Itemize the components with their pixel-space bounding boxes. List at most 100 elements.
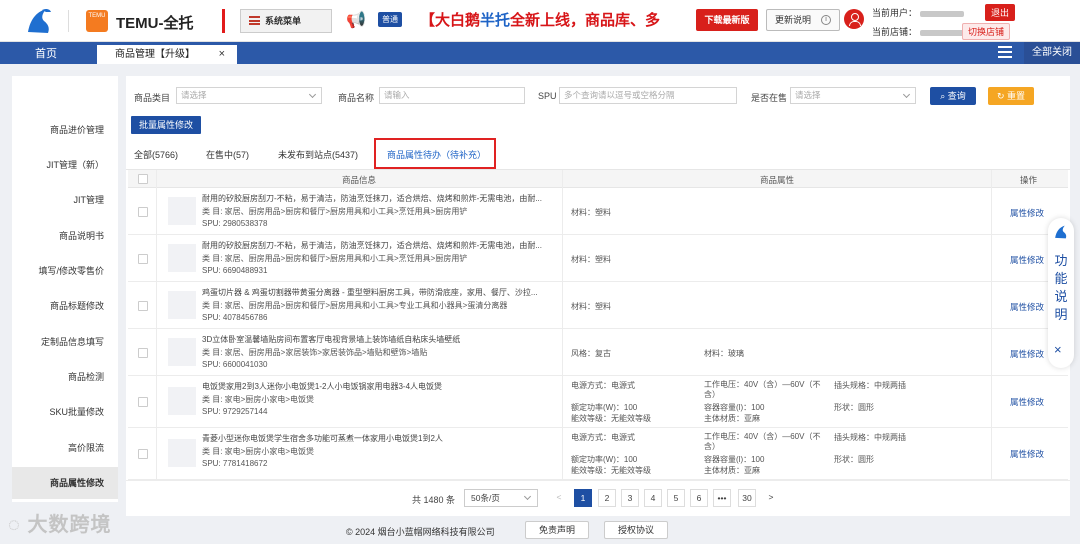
info-icon: i bbox=[821, 15, 831, 25]
close-tab-icon[interactable]: × bbox=[219, 45, 225, 64]
product-attr: 能效等级：无能效等级 bbox=[571, 414, 651, 423]
next-page-button[interactable]: > bbox=[762, 489, 780, 507]
subtab-unpublished[interactable]: 未发布到站点(5437) bbox=[278, 148, 358, 161]
edit-attribute-link[interactable]: 属性修改 bbox=[1010, 448, 1044, 460]
spu-input[interactable]: 多个查询请以逗号或空格分隔 bbox=[559, 87, 737, 104]
main-content: 商品类目 请选择 商品名称 请输入 SPU 多个查询请以逗号或空格分隔 是否在售… bbox=[126, 76, 1070, 516]
copyright: © 2024 烟台小蓝帽网络科技有限公司 bbox=[346, 527, 495, 537]
page-30[interactable]: 30 bbox=[738, 489, 756, 507]
user-name-redacted bbox=[920, 10, 965, 17]
user-avatar-icon[interactable] bbox=[844, 9, 864, 29]
row-checkbox[interactable] bbox=[138, 301, 148, 311]
product-attr: 材料：塑料 bbox=[571, 208, 611, 217]
query-button[interactable]: ⌕ 查询 bbox=[930, 87, 976, 105]
edit-attribute-link[interactable]: 属性修改 bbox=[1010, 348, 1044, 360]
onsale-label: 是否在售 bbox=[751, 93, 788, 103]
page-5[interactable]: 5 bbox=[667, 489, 685, 507]
goose-logo-icon[interactable] bbox=[24, 6, 54, 36]
tab-product-management[interactable]: 商品管理【升级】 × bbox=[97, 45, 237, 64]
switch-shop-button[interactable]: 切换店铺 bbox=[962, 23, 1011, 40]
sidebar-item-inspection[interactable]: 商品检测 bbox=[12, 361, 118, 393]
tab-home[interactable]: 首页 bbox=[0, 45, 92, 64]
row-checkbox[interactable] bbox=[138, 254, 148, 264]
close-icon[interactable]: × bbox=[1054, 342, 1062, 357]
product-category: 类 目: 家居、厨房用品>厨房和餐厅>厨房用具和小工具>烹饪用具>厨房用铲 bbox=[202, 254, 468, 263]
shop-name-redacted bbox=[920, 29, 965, 36]
temu-logo-icon: TEMU bbox=[86, 10, 108, 32]
product-attr: 材料：塑料 bbox=[571, 255, 611, 264]
sidebar-item-jit-new[interactable]: JIT管理（新） bbox=[12, 149, 118, 181]
product-thumbnail bbox=[168, 338, 196, 366]
category-select[interactable]: 请选择 bbox=[176, 87, 322, 104]
disclaimer-link[interactable]: 免责声明 bbox=[525, 521, 589, 539]
announce-highlight: 半托 bbox=[480, 12, 511, 29]
sidebar-item-custom-info[interactable]: 定制品信息填写 bbox=[12, 326, 118, 358]
download-latest-button[interactable]: 下载最新版 bbox=[696, 9, 758, 31]
col-product-attrs: 商品属性 bbox=[760, 175, 795, 185]
announcement-text[interactable]: 【大白鹅半托全新上线，商品库、多 bbox=[420, 9, 692, 30]
sidebar-item-jit[interactable]: JIT管理 bbox=[12, 184, 118, 216]
page-2[interactable]: 2 bbox=[598, 489, 616, 507]
product-name: 耐用的矽胶厨房刮刀-不粘，易于清洁，防油烹饪抹刀，适合烘焙、烧烤和煎炸-无需电池… bbox=[202, 194, 542, 203]
row-checkbox[interactable] bbox=[138, 449, 148, 459]
page-1[interactable]: 1 bbox=[574, 489, 592, 507]
top-bar: TEMU TEMU-全托 系统菜单 📢 普通 【大白鹅半托全新上线，商品库、多 … bbox=[0, 0, 1080, 42]
batch-attribute-edit-button[interactable]: 批量属性修改 bbox=[131, 116, 201, 134]
row-checkbox[interactable] bbox=[138, 397, 148, 407]
sidebar-item-title-edit[interactable]: 商品标题修改 bbox=[12, 290, 118, 322]
sidebar-item-purchase-price[interactable]: 商品进价管理 bbox=[12, 114, 118, 146]
product-spu: SPU: 7781418672 bbox=[202, 459, 268, 468]
select-all-checkbox[interactable] bbox=[138, 174, 148, 184]
list-icon bbox=[249, 16, 260, 25]
edit-attribute-link[interactable]: 属性修改 bbox=[1010, 301, 1044, 313]
page-3[interactable]: 3 bbox=[621, 489, 639, 507]
product-thumbnail bbox=[168, 244, 196, 272]
sidebar-item-retail-price[interactable]: 填写/修改零售价 bbox=[12, 255, 118, 287]
chevron-down-icon bbox=[523, 492, 532, 501]
query-label: 查询 bbox=[947, 91, 966, 101]
row-checkbox[interactable] bbox=[138, 348, 148, 358]
edit-attribute-link[interactable]: 属性修改 bbox=[1010, 254, 1044, 266]
sidebar: 商品进价管理 JIT管理（新） JIT管理 商品说明书 填写/修改零售价 商品标… bbox=[12, 76, 118, 502]
chevron-down-icon bbox=[308, 90, 317, 99]
reset-button[interactable]: ↻ 重置 bbox=[988, 87, 1034, 105]
edit-attribute-link[interactable]: 属性修改 bbox=[1010, 207, 1044, 219]
onsale-select[interactable]: 请选择 bbox=[790, 87, 916, 104]
chevron-down-icon bbox=[902, 90, 911, 99]
page-size-select[interactable]: 50条/页 bbox=[464, 489, 538, 507]
product-attr: 风格：复古 bbox=[571, 349, 611, 358]
row-checkbox[interactable] bbox=[138, 207, 148, 217]
page-4[interactable]: 4 bbox=[644, 489, 662, 507]
page-ellipsis[interactable]: ••• bbox=[713, 489, 731, 507]
name-input[interactable]: 请输入 bbox=[379, 87, 525, 104]
product-attr: 能效等级：无能效等级 bbox=[571, 466, 651, 475]
sidebar-item-attribute-edit[interactable]: 商品属性修改 bbox=[12, 467, 118, 499]
logout-button[interactable]: 退出 bbox=[985, 4, 1016, 21]
update-notes-button[interactable]: 更新说明 i bbox=[766, 9, 840, 31]
function-panel[interactable]: 功能说明 × bbox=[1048, 218, 1074, 368]
product-attr: 容器容量(l)：100 bbox=[704, 455, 765, 464]
reset-icon: ↻ bbox=[996, 91, 1008, 101]
product-thumbnail bbox=[168, 439, 196, 467]
product-attr: 材料：玻璃 bbox=[704, 349, 744, 358]
product-attr: 工作电压：40V（含）—60V（不含） bbox=[704, 380, 821, 399]
watermark: ◌ 大数跨境 bbox=[8, 508, 111, 537]
sidebar-item-price-limit[interactable]: 高价限流 bbox=[12, 432, 118, 464]
page-6[interactable]: 6 bbox=[690, 489, 708, 507]
menu-list-icon[interactable] bbox=[998, 46, 1012, 58]
col-operation: 操作 bbox=[1020, 175, 1038, 185]
close-all-tabs-button[interactable]: 全部关闭 bbox=[1024, 42, 1080, 64]
table-header: 商品信息 商品属性 操作 bbox=[128, 170, 1068, 188]
prev-page-button[interactable]: < bbox=[550, 489, 568, 507]
system-menu-button[interactable]: 系统菜单 bbox=[240, 9, 332, 33]
license-link[interactable]: 授权协议 bbox=[604, 521, 668, 539]
subtab-all[interactable]: 全部(5766) bbox=[134, 148, 178, 161]
product-category: 类 目: 家电>厨房小家电>电饭煲 bbox=[202, 395, 315, 404]
product-category: 类 目: 家电>厨房小家电>电饭煲 bbox=[202, 447, 315, 456]
subtab-onsale[interactable]: 在售中(57) bbox=[206, 148, 249, 161]
sidebar-item-sku-batch[interactable]: SKU批量修改 bbox=[12, 396, 118, 428]
product-attr: 主体材质：亚麻 bbox=[704, 466, 760, 475]
function-description[interactable]: 功能说明 bbox=[1054, 252, 1068, 324]
edit-attribute-link[interactable]: 属性修改 bbox=[1010, 396, 1044, 408]
sidebar-item-manual[interactable]: 商品说明书 bbox=[12, 220, 118, 252]
